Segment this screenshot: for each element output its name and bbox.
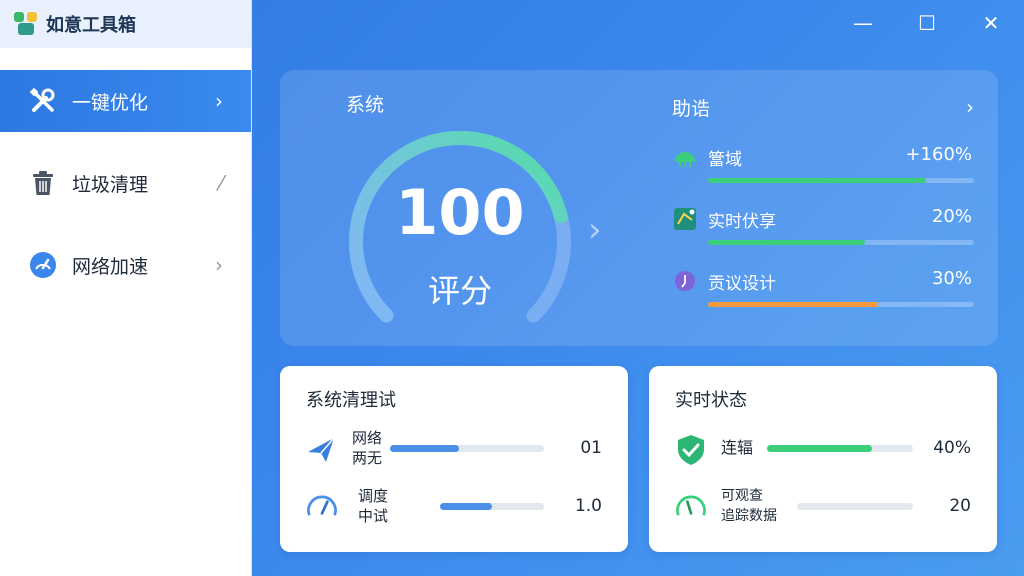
- metric-fill: [708, 302, 879, 307]
- window-controls: — ☐ ✕: [848, 10, 1006, 36]
- score-value: 100: [395, 176, 525, 249]
- close-button[interactable]: ✕: [976, 10, 1006, 36]
- row-track: [440, 503, 544, 510]
- sidebar: 如意工具箱 一键优化 › 垃圾清理 ⁄ 网络加速 ›: [0, 0, 252, 576]
- clean-row[interactable]: 网络 两无 01: [304, 424, 602, 474]
- metric-track: [708, 240, 974, 245]
- metric-label: 簹域: [708, 150, 742, 170]
- metric-track: [708, 302, 974, 307]
- system-title: 系统: [346, 94, 385, 116]
- row-track: [390, 445, 544, 452]
- row-track: [767, 445, 913, 452]
- status-row[interactable]: 可观查 追踪数据 20: [673, 482, 971, 532]
- trash-icon: [28, 168, 58, 198]
- row-fill: [390, 445, 460, 452]
- system-clean-card: 系统清理试 网络 两无 01 调度 中试 1.0: [280, 366, 628, 552]
- row-value: 40%: [933, 438, 971, 458]
- assistant-panel: 助诰 › 簹域 +160% 实时伏享 20% 贡议设计 30%: [672, 92, 974, 308]
- sidebar-item-network[interactable]: 网络加速 ›: [0, 234, 251, 296]
- card-title: 系统清理试: [306, 390, 396, 411]
- gauge-icon: [307, 495, 337, 516]
- row-fill: [440, 503, 492, 510]
- assist-metric[interactable]: 实时伏享 20%: [672, 184, 974, 246]
- assist-metric[interactable]: 簹域 +160%: [672, 122, 974, 184]
- speedometer-icon: [28, 250, 58, 280]
- score-label: 评分: [427, 272, 492, 310]
- metric-value: 30%: [931, 268, 972, 289]
- chevron-right-icon[interactable]: ›: [966, 95, 974, 119]
- metric-track: [708, 178, 974, 183]
- edit-icon: ⁄: [219, 171, 223, 195]
- system-score-panel: 系统 100 评分 › 助诰 › 簹域 +160% 实时伏享 20% 贡议设计 …: [280, 70, 998, 346]
- design-icon: [675, 271, 695, 291]
- share-icon: [674, 208, 696, 230]
- row-label: 可观查 追踪数据: [721, 488, 777, 524]
- metric-label: 实时伏享: [708, 212, 776, 232]
- sidebar-item-optimize[interactable]: 一键优化 ›: [0, 70, 251, 132]
- rocket-icon: [308, 437, 335, 462]
- row-fill: [767, 445, 873, 452]
- row-track: [797, 503, 913, 510]
- app-logo-icon: [14, 12, 38, 36]
- sidebar-item-clean[interactable]: 垃圾清理 ⁄: [0, 152, 251, 214]
- metric-fill: [708, 178, 927, 183]
- card-title: 实时状态: [675, 390, 747, 411]
- metric-value: 20%: [931, 206, 972, 227]
- sidebar-item-label: 一键优化: [72, 91, 149, 114]
- maximize-button[interactable]: ☐: [912, 10, 942, 36]
- chevron-right-icon[interactable]: ›: [588, 210, 602, 250]
- row-label: 调度 中试: [358, 487, 389, 525]
- row-value: 1.0: [574, 496, 602, 516]
- assist-metric[interactable]: 贡议设计 30%: [672, 246, 974, 308]
- minimize-button[interactable]: —: [848, 10, 878, 36]
- sidebar-header: 如意工具箱: [0, 0, 251, 48]
- metric-label: 贡议设计: [708, 274, 776, 294]
- sidebar-item-label: 网络加速: [72, 255, 149, 278]
- metric-value: +160%: [905, 144, 972, 165]
- chevron-right-icon: ›: [215, 253, 223, 277]
- tools-icon: [28, 86, 58, 116]
- row-value: 01: [580, 438, 602, 458]
- metric-fill: [708, 240, 865, 245]
- sidebar-item-label: 垃圾清理: [72, 173, 149, 196]
- status-row[interactable]: 连辐 40%: [673, 424, 971, 474]
- realtime-status-card: 实时状态 连辐 40% 可观查 追踪数据 20: [649, 366, 997, 552]
- clean-row[interactable]: 调度 中试 1.0: [304, 482, 602, 532]
- row-value: 20: [949, 496, 971, 516]
- cloud-icon: [675, 152, 695, 167]
- assistant-title: 助诰: [672, 97, 711, 120]
- chevron-right-icon: ›: [215, 89, 223, 113]
- meter-icon: [676, 495, 706, 516]
- app-title: 如意工具箱: [46, 15, 136, 36]
- shield-check-icon: [678, 435, 704, 465]
